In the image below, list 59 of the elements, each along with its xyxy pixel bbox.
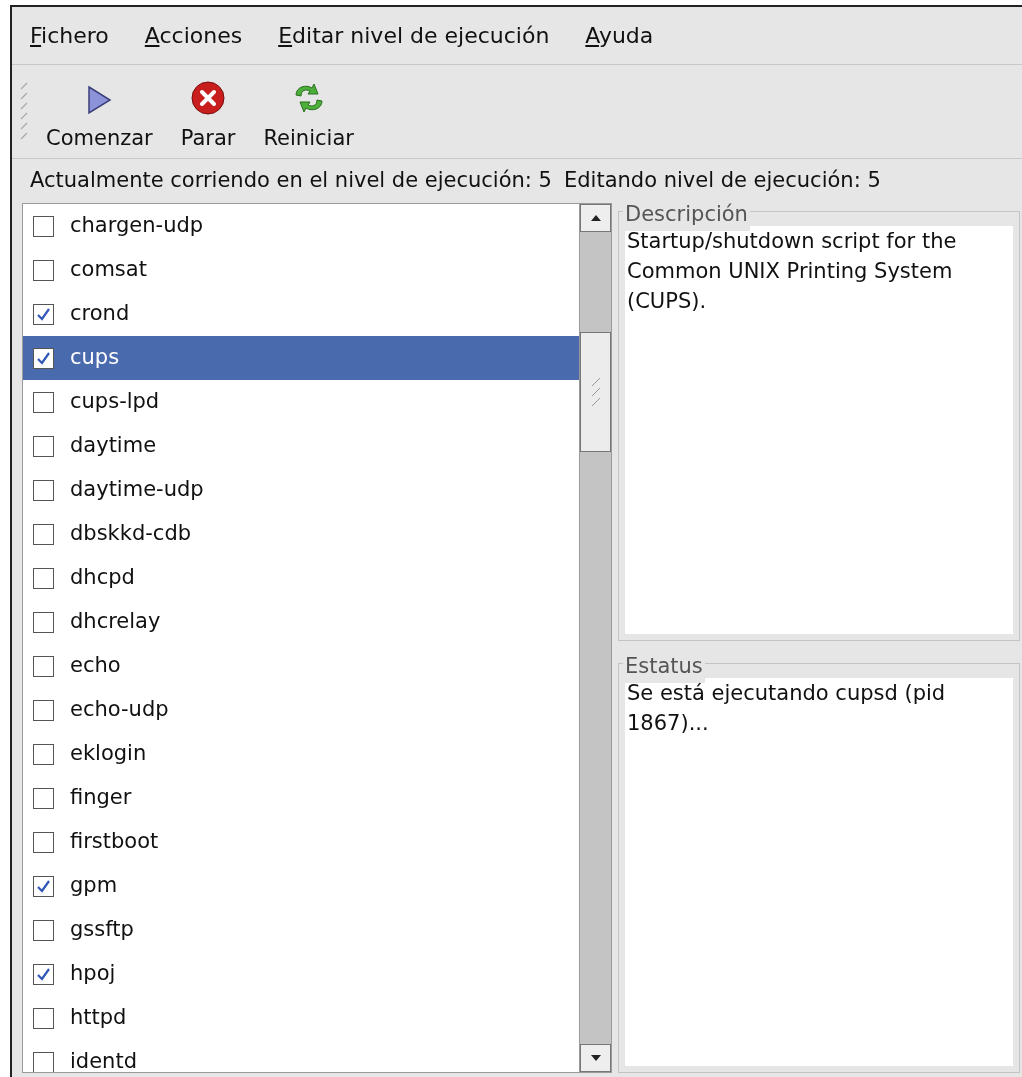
close-icon — [191, 80, 226, 115]
checkbox[interactable] — [33, 479, 54, 501]
service-row[interactable]: chargen-udp — [23, 204, 579, 248]
arrow-down-icon — [589, 1054, 602, 1062]
service-row[interactable]: crond — [23, 292, 579, 336]
checkbox[interactable] — [33, 699, 54, 721]
runlevel-label: Actualmente corriendo en el nivel de ejecución: 5 — [30, 167, 552, 195]
service-row[interactable]: comsat — [23, 248, 579, 292]
service-row[interactable]: hpoj — [23, 952, 579, 996]
service-row[interactable]: gpm — [23, 864, 579, 908]
service-row[interactable]: gssftp — [23, 908, 579, 952]
service-row[interactable]: finger — [23, 776, 579, 820]
checkbox[interactable] — [33, 875, 54, 897]
checkbox[interactable] — [33, 567, 54, 589]
checkbox[interactable] — [33, 259, 54, 281]
checkbox[interactable] — [33, 963, 54, 985]
service-row[interactable]: cups — [23, 336, 579, 380]
menu-item[interactable]: Acciones — [144, 19, 243, 52]
scroll-thumb[interactable] — [580, 332, 611, 452]
checkbox[interactable] — [33, 743, 54, 765]
toolbar-button[interactable]: Comenzar — [32, 65, 167, 158]
scrollbar[interactable] — [579, 204, 611, 1072]
scroll-down-button[interactable] — [580, 1044, 611, 1072]
menu-item[interactable]: Editar nivel de ejecución — [278, 19, 550, 52]
checkbox[interactable] — [33, 611, 54, 633]
menu-item[interactable]: Fichero — [30, 19, 109, 52]
checkbox[interactable] — [33, 655, 54, 677]
arrow-up-icon — [589, 214, 602, 222]
menu-item[interactable]: Ayuda — [585, 19, 654, 52]
checkbox[interactable] — [33, 347, 54, 369]
description-text: Startup/shutdown script for the Common UNIX Printing System (CUPS). — [625, 226, 1013, 634]
checkbox[interactable] — [33, 435, 54, 457]
service-row[interactable]: dhcpd — [23, 556, 579, 600]
checkbox[interactable] — [33, 391, 54, 413]
checkbox[interactable] — [33, 215, 54, 237]
service-row[interactable]: daytime-udp — [23, 468, 579, 512]
service-row[interactable]: httpd — [23, 996, 579, 1040]
status-text: Se está ejecutando cupsd (pid 1867)... — [625, 678, 1013, 1066]
service-row[interactable]: echo-udp — [23, 688, 579, 732]
checkbox[interactable] — [33, 523, 54, 545]
service-row[interactable]: dhcrelay — [23, 600, 579, 644]
toolbar-button[interactable]: Parar — [166, 65, 250, 158]
service-row[interactable]: cups-lpd — [23, 380, 579, 424]
checkbox[interactable] — [33, 303, 54, 325]
play-icon — [86, 84, 113, 115]
service-row[interactable]: dbskkd-cdb — [23, 512, 579, 556]
checkbox[interactable] — [33, 831, 54, 853]
service-row[interactable]: eklogin — [23, 732, 579, 776]
checkbox[interactable] — [33, 1007, 54, 1029]
runlevel-label: Editando nivel de ejecución: 5 — [563, 167, 881, 195]
checkbox[interactable] — [33, 919, 54, 941]
toolbar-button[interactable]: Reiniciar — [249, 65, 368, 158]
service-row[interactable]: identd — [23, 1040, 579, 1072]
service-row[interactable]: daytime — [23, 424, 579, 468]
scroll-up-button[interactable] — [580, 204, 611, 232]
checkbox[interactable] — [33, 1051, 54, 1072]
service-row[interactable]: firstboot — [23, 820, 579, 864]
checkbox[interactable] — [33, 787, 54, 809]
service-row[interactable]: echo — [23, 644, 579, 688]
